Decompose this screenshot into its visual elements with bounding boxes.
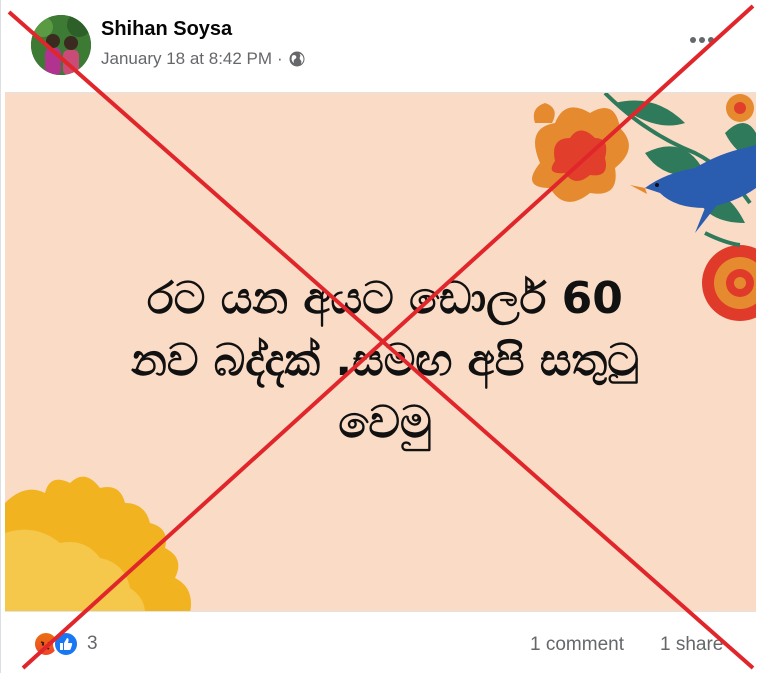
post-timestamp[interactable]: January 18 at 8:42 PM xyxy=(101,49,272,69)
globe-icon[interactable] xyxy=(288,50,306,68)
headline-line-2: නව බද්දක් .සමඟ අපි සතුටු xyxy=(131,335,639,386)
post-footer: 3 1 comment 1 share xyxy=(1,614,757,673)
more-options-icon[interactable] xyxy=(687,28,717,52)
headline-line-3: වෙමු xyxy=(338,397,432,448)
post-header: Shihan Soysa January 18 at 8:42 PM · xyxy=(1,0,757,92)
reactions-summary[interactable]: 3 xyxy=(33,631,98,657)
like-reaction-icon xyxy=(53,631,79,657)
post-image[interactable]: රට යන අයට ඩොලර් 60 නව බද්දක් .සමඟ අපි සත… xyxy=(5,92,756,612)
facebook-post: Shihan Soysa January 18 at 8:42 PM · රට … xyxy=(0,0,757,673)
reaction-count: 3 xyxy=(87,633,98,654)
meta-separator: · xyxy=(277,49,283,68)
image-headline: රට යන අයට ඩොලර් 60 නව බද්දක් .සමඟ අපි සත… xyxy=(45,268,725,454)
comments-count-link[interactable]: 1 comment xyxy=(530,634,624,656)
post-meta: January 18 at 8:42 PM · xyxy=(101,49,306,69)
author-name[interactable]: Shihan Soysa xyxy=(101,18,232,41)
headline-line-1: රට යන අයට ඩොලර් 60 xyxy=(147,273,623,324)
author-avatar[interactable] xyxy=(31,15,91,75)
avatar-photo xyxy=(31,15,91,75)
shares-count-link[interactable]: 1 share xyxy=(660,634,723,656)
